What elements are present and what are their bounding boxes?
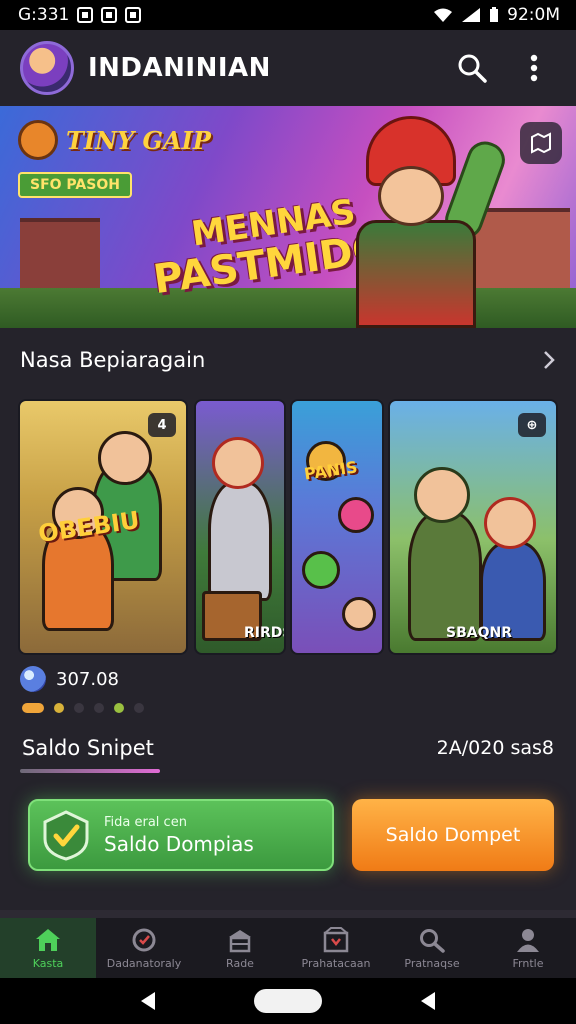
status-bar: G:331 92:0M [0,0,576,30]
section-header[interactable]: Nasa Bepiaragain [20,348,556,372]
wifi-icon [434,8,453,22]
home-pill-button[interactable] [253,989,322,1013]
search-icon [458,54,487,83]
nav-item-dashboard[interactable]: Dadanatoraly [96,918,192,978]
nav-item-store[interactable]: Rade [192,918,288,978]
card-label: RIRDS [244,625,284,641]
nav-item-search[interactable]: Pratnaqse [384,918,480,978]
saldo-dompet-button[interactable]: Saldo Dompet [352,799,554,871]
search-button[interactable] [450,46,494,90]
store-icon [226,926,254,954]
nav-label: Prahatacaan [301,957,371,970]
banner-expand-button[interactable] [520,122,562,164]
avatar[interactable] [20,41,74,95]
carousel-dot[interactable] [22,703,44,713]
bottom-navigation: Kasta Dadanatoraly Rade Prahatacaan Prat… [0,918,576,978]
game-card[interactable]: SBAQNR ⊕ [388,399,558,655]
game-card[interactable]: PANIS [290,399,384,655]
carousel-dot[interactable] [134,703,144,713]
nav-label: Rade [226,957,254,970]
banner-logo: TINY GAIP [18,120,211,160]
signal-icon [462,8,481,22]
map-icon [531,132,551,154]
carousel-dot[interactable] [114,703,124,713]
card-label: SBAQNR [446,625,512,641]
promo-banner[interactable]: TINY GAIP SFO PASOH MENNAS PASTMIDO! [0,106,576,328]
nav-label: Pratnaqse [404,957,460,970]
back-icon[interactable] [137,990,159,1012]
app-bar: INDANINIAN [0,30,576,106]
notification-icon [125,7,142,23]
banner-hero-character [336,116,510,328]
notification-icon [77,7,94,23]
section-title: Nasa Bepiaragain [20,348,206,372]
coin-balance: 307.08 [20,666,119,692]
search-icon [418,926,446,954]
saldo-title: Saldo Snipet [22,736,154,760]
nav-label: Frntle [512,957,544,970]
banner-mascot-icon [18,120,58,160]
nav-item-box[interactable]: Prahatacaan [288,918,384,978]
notification-icon [101,7,118,23]
saldo-row: Saldo Snipet 2A/020 sas8 [22,736,554,760]
saldo-dompias-button[interactable]: Fida eral cen Saldo Dompias [28,799,334,871]
chevron-right-icon[interactable] [542,350,556,370]
orange-button-label: Saldo Dompet [385,824,521,846]
banner-brand: TINY GAIP [66,125,211,155]
card-badge: ⊕ [518,413,546,437]
green-button-caption: Fida eral cen [104,814,187,830]
saldo-underline [20,769,160,773]
home-icon [34,926,62,954]
box-icon [322,926,350,954]
carousel-indicator[interactable] [22,703,144,713]
game-card[interactable]: RIRDS [194,399,286,655]
game-carousel: OBEBIU 4 RIRDS PANIS SBAQNR ⊕ [18,399,558,655]
game-card[interactable]: OBEBIU 4 [18,399,188,655]
green-button-label: Saldo Dompias [104,831,254,856]
status-time: G:331 [18,5,70,25]
coin-amount: 307.08 [56,668,119,690]
carousel-dot[interactable] [74,703,84,713]
coin-icon [20,666,46,692]
system-navigation-bar [0,978,576,1024]
more-options-button[interactable] [512,46,556,90]
battery-icon [490,7,499,22]
more-vertical-icon [530,54,538,82]
profile-icon [514,926,542,954]
card-badge: 4 [148,413,176,437]
nav-label: Kasta [32,957,64,970]
back-icon[interactable] [417,990,439,1012]
carousel-dot[interactable] [94,703,104,713]
nav-item-home[interactable]: Kasta [0,918,96,978]
promo-tag: SFO PASOH [18,172,132,198]
saldo-amount: 2A/020 sas8 [436,737,554,759]
carousel-dot[interactable] [54,703,64,713]
shield-check-icon [38,807,94,863]
nav-label: Dadanatoraly [106,957,182,970]
shield-icon [130,926,158,954]
status-clock: 92:0M [507,5,560,25]
nav-item-profile[interactable]: Frntle [480,918,576,978]
app-title: INDANINIAN [88,53,271,83]
app-screen: INDANINIAN TINY GAIP SFO PASOH MENNAS PA… [0,30,576,978]
